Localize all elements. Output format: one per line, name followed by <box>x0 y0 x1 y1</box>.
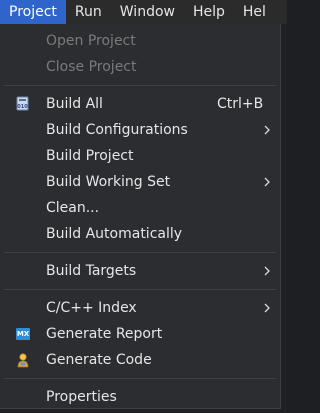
menu-item-label: Build Configurations <box>46 122 188 138</box>
menu-window[interactable]: Window <box>111 0 184 24</box>
menu-item-label: Generate Code <box>46 352 152 368</box>
menu-item-build-project[interactable]: Build Project <box>0 143 280 169</box>
menu-item-label: Clean... <box>46 200 100 216</box>
menu-item-build-targets[interactable]: Build Targets <box>0 258 280 284</box>
generate-code-icon <box>15 352 31 368</box>
menu-item-label: Build Working Set <box>46 174 171 190</box>
svg-text:010: 010 <box>17 104 28 110</box>
menu-item-clean[interactable]: Clean... <box>0 195 280 221</box>
menu-item-open-project[interactable]: Open Project <box>0 28 280 54</box>
menu-item-label: Close Project <box>46 59 137 75</box>
build-all-icon: 010 <box>15 96 31 112</box>
menu-bar: Project Run Window Help Hel <box>0 0 287 24</box>
menu-item-build-configurations[interactable]: Build Configurations <box>0 117 280 143</box>
menu-item-label: Build Targets <box>46 263 137 279</box>
menu-item-label: Build Automatically <box>46 226 183 242</box>
menu-item-cpp-index[interactable]: C/C++ Index <box>0 295 280 321</box>
menu-item-label: Properties <box>46 389 117 405</box>
chevron-right-icon <box>264 177 270 187</box>
menu-item-label: C/C++ Index <box>46 300 137 316</box>
menu-item-label: Build All <box>46 96 103 112</box>
menu-item-close-project[interactable]: Close Project <box>0 54 280 80</box>
menu-item-label: Open Project <box>46 33 136 49</box>
menu-item-properties[interactable]: Properties <box>0 384 280 410</box>
menu-help-partial[interactable]: Hel <box>234 0 266 24</box>
menu-item-label: Generate Report <box>46 326 163 342</box>
menu-separator <box>4 252 276 253</box>
menu-item-build-all[interactable]: 010 Build All Ctrl+B <box>0 91 280 117</box>
menu-separator <box>4 85 276 86</box>
menu-item-generate-code[interactable]: Generate Code <box>0 347 280 373</box>
menu-separator <box>4 289 276 290</box>
menu-help[interactable]: Help <box>184 0 234 24</box>
mx-icon-text: MX <box>16 328 30 340</box>
menu-item-build-automatically[interactable]: Build Automatically <box>0 221 280 247</box>
project-dropdown-menu: Open Project Close Project 010 Build All… <box>0 24 281 409</box>
menu-item-label: Build Project <box>46 148 134 164</box>
menu-run[interactable]: Run <box>66 0 111 24</box>
menu-item-build-working-set[interactable]: Build Working Set <box>0 169 280 195</box>
menu-separator <box>4 378 276 379</box>
shortcut-label: Ctrl+B <box>217 96 264 112</box>
menu-project[interactable]: Project <box>0 0 66 24</box>
chevron-right-icon <box>264 125 270 135</box>
chevron-right-icon <box>264 266 270 276</box>
mx-report-icon: MX <box>15 326 31 342</box>
chevron-right-icon <box>264 303 270 313</box>
menu-item-generate-report[interactable]: MX Generate Report <box>0 321 280 347</box>
